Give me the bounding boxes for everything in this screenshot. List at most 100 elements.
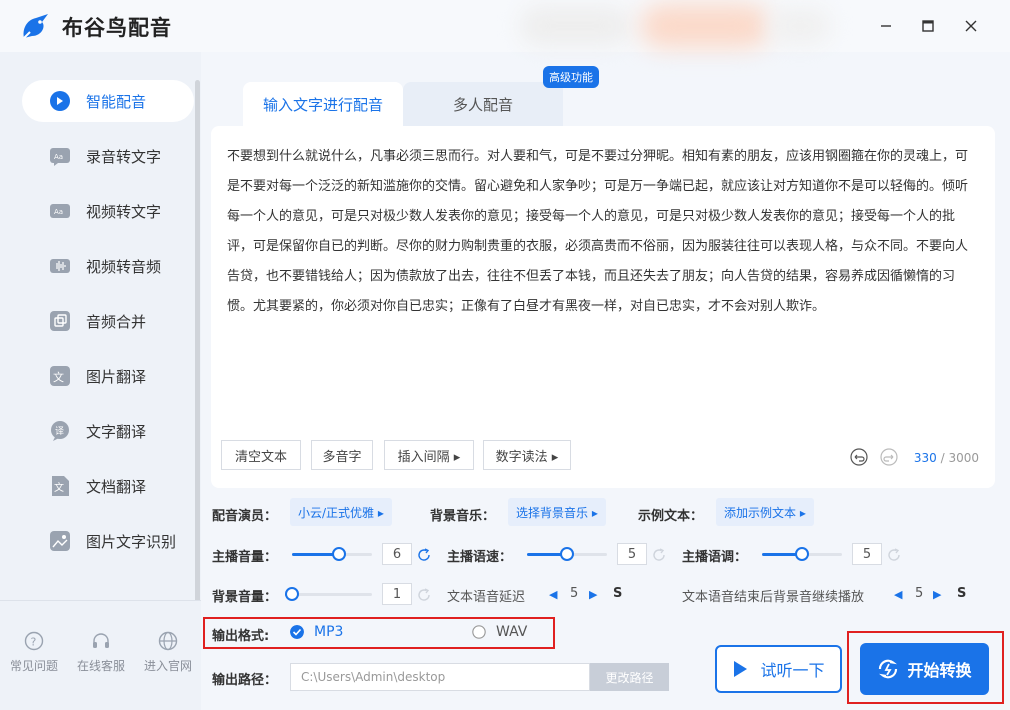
minimize-icon [881,25,891,27]
insert-pause-button[interactable]: 插入间隔 ▸ [384,440,474,470]
continue-value: 5 [915,586,924,601]
svg-text:译: 译 [55,426,64,437]
website-link[interactable]: 进入官网 [138,631,198,674]
undo-icon[interactable] [850,448,868,466]
blurred-banner [520,6,630,46]
reset-pitch-icon[interactable] [887,548,901,562]
minimize-button[interactable] [876,16,896,36]
convert-icon [879,659,898,679]
faq-label: 常见问题 [9,659,58,673]
radio-unchecked-icon [472,625,486,639]
sidebar-item-label: 音频合并 [86,312,147,331]
sample-text-select[interactable]: 添加示例文本 ▸ [716,498,814,526]
voice-actor-select[interactable]: 小云/正式优雅 ▸ [290,498,392,526]
advanced-feature-badge: 高级功能 [543,66,599,88]
anchor-speed-value[interactable]: 5 [617,543,647,565]
sidebar-item-ocr[interactable]: 图片文字识别 [22,520,194,562]
anchor-speed-label: 主播语速： [447,550,513,565]
svg-text:文: 文 [54,481,64,494]
sidebar: 智能配音 Aa 录音转文字 Aa 视频转文字 视频转音频 音频合并 文 图片翻译… [0,52,201,710]
tab-multi-voice[interactable]: 多人配音 [403,82,563,126]
image-text-icon [50,531,70,551]
tab-text-dubbing[interactable]: 输入文字进行配音 [243,82,403,126]
redo-icon[interactable] [880,448,898,466]
bgm-label: 背景音乐： [430,509,496,524]
sidebar-item-label: 录音转文字 [86,147,162,166]
svg-text:?: ? [31,636,37,649]
online-service-label: 在线客服 [76,659,125,673]
faq-link[interactable]: ? 常见问题 [4,631,64,674]
preview-listen-label: 试听一下 [760,661,825,680]
continue-increase-button[interactable]: ▶ [933,588,941,601]
anchor-pitch-value[interactable]: 5 [852,543,882,565]
anchor-pitch-slider[interactable] [762,547,842,561]
start-convert-button[interactable]: 开始转换 [860,643,989,695]
reset-bg-volume-icon[interactable] [417,588,431,602]
speech-delay-label: 文本语音延迟 [447,590,526,605]
online-service-link[interactable]: 在线客服 [71,631,131,674]
slider-knob[interactable] [560,547,574,561]
format-mp3-label: MP3 [314,624,344,640]
blurred-banner [770,8,830,44]
text-editor-panel: 不要想到什么就说什么，凡事必须三思而行。对人要和气，可是不要过分狎昵。相知有素的… [211,126,995,488]
radio-checked-icon [290,625,304,639]
delay-increase-button[interactable]: ▶ [589,588,597,601]
reset-volume-icon[interactable] [417,548,431,562]
clear-text-button[interactable]: 清空文本 [221,440,301,470]
format-wav-radio[interactable]: WAV [472,624,527,640]
maximize-icon [922,20,934,32]
slider-knob[interactable] [285,587,299,601]
bgm-select[interactable]: 选择背景音乐 ▸ [508,498,606,526]
smart-dubbing-icon [50,91,70,111]
text-input-area[interactable]: 不要想到什么就说什么，凡事必须三思而行。对人要和气，可是不要过分狎昵。相知有素的… [227,142,977,322]
app-title: 布谷鸟配音 [62,16,172,40]
anchor-volume-slider[interactable] [292,547,372,561]
sidebar-item-label: 图片文字识别 [86,532,177,551]
recording-icon: Aa [50,148,70,166]
reset-speed-icon[interactable] [652,548,666,562]
character-counter: 330 / 3000 [914,451,979,465]
play-icon [734,661,748,677]
close-button[interactable] [961,16,981,36]
anchor-volume-value[interactable]: 6 [382,543,412,565]
sidebar-item-label: 智能配音 [86,92,147,111]
sidebar-item-label: 文档翻译 [86,477,147,496]
slider-knob[interactable] [795,547,809,561]
bgm-continue-label: 文本语音结束后背景音继续播放 [682,590,865,605]
sidebar-item-document-translate[interactable]: 文 文档翻译 [22,465,194,507]
number-reading-button[interactable]: 数字读法 ▸ [483,440,571,470]
sidebar-item-video-to-audio[interactable]: 视频转音频 [22,245,194,287]
polyphone-button[interactable]: 多音字 [311,440,373,470]
sidebar-scrollbar[interactable] [195,80,200,620]
sidebar-item-video-to-text[interactable]: Aa 视频转文字 [22,190,194,232]
headset-icon [93,633,109,648]
sidebar-item-label: 视频转音频 [86,257,162,276]
anchor-speed-slider[interactable] [527,547,607,561]
close-icon [965,20,977,32]
output-path-field[interactable]: C:\Users\Admin\desktop [290,663,590,691]
maximize-button[interactable] [918,16,938,36]
preview-listen-button[interactable]: 试听一下 [715,645,842,693]
title-bar: 布谷鸟配音 [0,0,1010,52]
sidebar-item-label: 视频转文字 [86,202,162,221]
sidebar-item-label: 文字翻译 [86,422,147,441]
slider-knob[interactable] [332,547,346,561]
svg-text:Aa: Aa [54,208,63,216]
change-path-button[interactable]: 更改路径 [590,663,669,691]
blurred-banner [640,4,770,48]
sidebar-item-image-translate[interactable]: 文 图片翻译 [22,355,194,397]
anchor-volume-label: 主播音量： [212,550,278,565]
anchor-pitch-label: 主播语调： [682,550,748,565]
sidebar-footer: ? 常见问题 在线客服 进入官网 [0,600,201,710]
bg-volume-value[interactable]: 1 [382,583,412,605]
continue-decrease-button[interactable]: ◀ [894,588,902,601]
chat-translate-icon: 译 [51,421,69,441]
sidebar-item-audio-merge[interactable]: 音频合并 [22,300,194,342]
sidebar-item-text-translate[interactable]: 译 文字翻译 [22,410,194,452]
sidebar-item-smart-dubbing[interactable]: 智能配音 [22,80,194,122]
bg-volume-slider[interactable] [285,587,372,601]
sidebar-item-recording-to-text[interactable]: Aa 录音转文字 [22,135,194,177]
document-translate-icon: 文 [52,476,69,496]
format-mp3-radio[interactable]: MP3 [290,624,343,640]
delay-decrease-button[interactable]: ◀ [549,588,557,601]
